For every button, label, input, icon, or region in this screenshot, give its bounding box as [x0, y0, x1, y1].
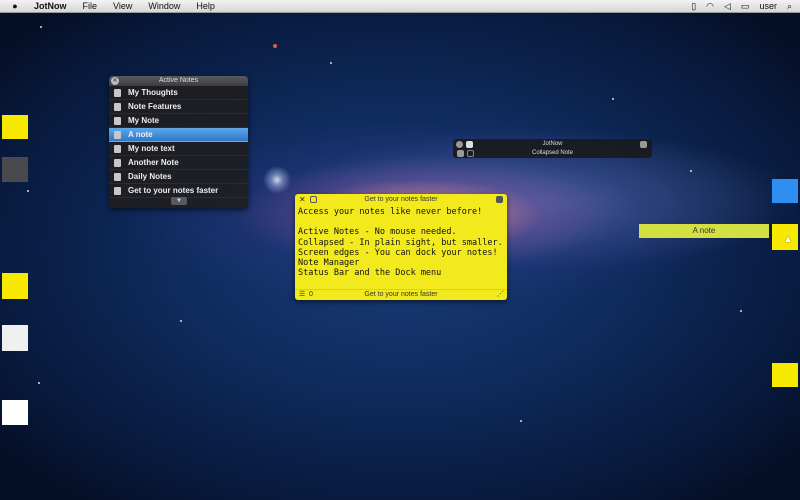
- jotnow-status-icon[interactable]: ▯: [691, 1, 696, 12]
- mouse-cursor-icon: ▲: [783, 234, 793, 245]
- star: [40, 26, 42, 28]
- collapsed-note-bar[interactable]: A note: [639, 224, 769, 238]
- list-item-label: Note Features: [128, 102, 182, 111]
- note-title: Get to your notes faster: [364, 196, 438, 203]
- jotnow-collapsed-panel[interactable]: JotNow Collapsed Note: [453, 139, 652, 158]
- star: [740, 310, 742, 312]
- apple-menu-icon[interactable]: ●: [10, 1, 20, 11]
- list-item-label: My Note: [128, 116, 160, 125]
- note-item-note-features[interactable]: Note Features: [109, 100, 248, 114]
- list-item-label: Daily Notes: [128, 172, 172, 181]
- note-doc-icon: [114, 117, 121, 125]
- note-doc-icon: [114, 159, 121, 167]
- note-doc-icon: [114, 103, 121, 111]
- spotlight-search-icon[interactable]: ⌕: [787, 1, 792, 12]
- note-doc-icon: [114, 131, 121, 139]
- close-icon[interactable]: ✕: [299, 194, 306, 205]
- star: [330, 62, 332, 64]
- docked-note-left-3[interactable]: [2, 273, 28, 299]
- battery-icon[interactable]: ▭: [741, 1, 750, 12]
- resize-handle-icon[interactable]: ⋰: [497, 290, 504, 300]
- pin-icon[interactable]: [496, 196, 503, 203]
- wifi-icon[interactable]: ◠: [706, 1, 714, 12]
- docked-note-left-5[interactable]: [2, 400, 28, 425]
- star: [38, 382, 40, 384]
- star: [273, 44, 277, 48]
- note-doc-icon: [114, 89, 121, 97]
- jotnow-title: JotNow: [542, 141, 563, 147]
- docked-note-right-blue[interactable]: [772, 179, 798, 203]
- menu-bar: ● JotNow File View Window Help ▯ ◠ ◁ ▭ u…: [0, 0, 800, 13]
- note-item-my-thoughts[interactable]: My Thoughts: [109, 86, 248, 100]
- note-count: 0: [309, 291, 313, 298]
- star: [27, 190, 29, 192]
- note-item-my-note[interactable]: My Note: [109, 114, 248, 128]
- menu-view[interactable]: View: [113, 1, 132, 11]
- list-item-label: My note text: [128, 144, 175, 153]
- active-notes-panel: ✕ Active Notes My Thoughts Note Features…: [109, 76, 248, 208]
- docked-note-right-yellow-2[interactable]: [772, 363, 798, 387]
- scroll-down-arrow-icon[interactable]: ▼: [171, 197, 187, 205]
- close-icon[interactable]: ✕: [111, 77, 119, 85]
- list-item-label: Another Note: [128, 158, 179, 167]
- volume-icon[interactable]: ◁: [724, 1, 731, 12]
- star: [520, 420, 522, 422]
- sticky-note[interactable]: ✕ Get to your notes faster Access your n…: [295, 194, 507, 300]
- docked-note-left-1[interactable]: [2, 115, 28, 139]
- menu-help[interactable]: Help: [196, 1, 215, 11]
- docked-note-left-4[interactable]: [2, 325, 28, 351]
- note-doc-icon: [114, 187, 121, 195]
- active-notes-title: Active Notes: [158, 77, 199, 84]
- note-doc-icon: [114, 145, 121, 153]
- note-footer: ☰ 0 Get to your notes faster ⋰: [295, 289, 507, 300]
- list-icon[interactable]: ☰: [299, 290, 305, 300]
- note-body[interactable]: Access your notes like never before! Act…: [295, 205, 507, 280]
- note-item-get-to-your-notes-faster[interactable]: Get to your notes faster: [109, 184, 248, 198]
- star: [180, 320, 182, 322]
- app-menu[interactable]: JotNow: [34, 1, 67, 11]
- star: [690, 170, 692, 172]
- list-item-label: My Thoughts: [128, 88, 178, 97]
- note-item-a-note[interactable]: A note: [109, 128, 248, 142]
- note-footer-title: Get to your notes faster: [364, 291, 438, 298]
- active-notes-list: My Thoughts Note Features My Note A note…: [109, 86, 248, 198]
- list-item-label: Get to your notes faster: [128, 186, 219, 195]
- active-notes-titlebar: ✕ Active Notes: [109, 76, 248, 86]
- docked-note-left-2[interactable]: [2, 157, 28, 182]
- collapse-icon[interactable]: [310, 196, 317, 203]
- note-item-daily-notes[interactable]: Daily Notes: [109, 170, 248, 184]
- user-menu[interactable]: user: [759, 1, 777, 11]
- menu-file[interactable]: File: [83, 1, 98, 11]
- note-header: ✕ Get to your notes faster: [295, 194, 507, 205]
- menu-window[interactable]: Window: [148, 1, 180, 11]
- note-doc-icon: [114, 173, 121, 181]
- star: [612, 98, 614, 100]
- note-item-another-note[interactable]: Another Note: [109, 156, 248, 170]
- note-item-my-note-text[interactable]: My note text: [109, 142, 248, 156]
- jotnow-subtitle: Collapsed Note: [531, 150, 574, 156]
- list-item-label: A note: [128, 130, 153, 139]
